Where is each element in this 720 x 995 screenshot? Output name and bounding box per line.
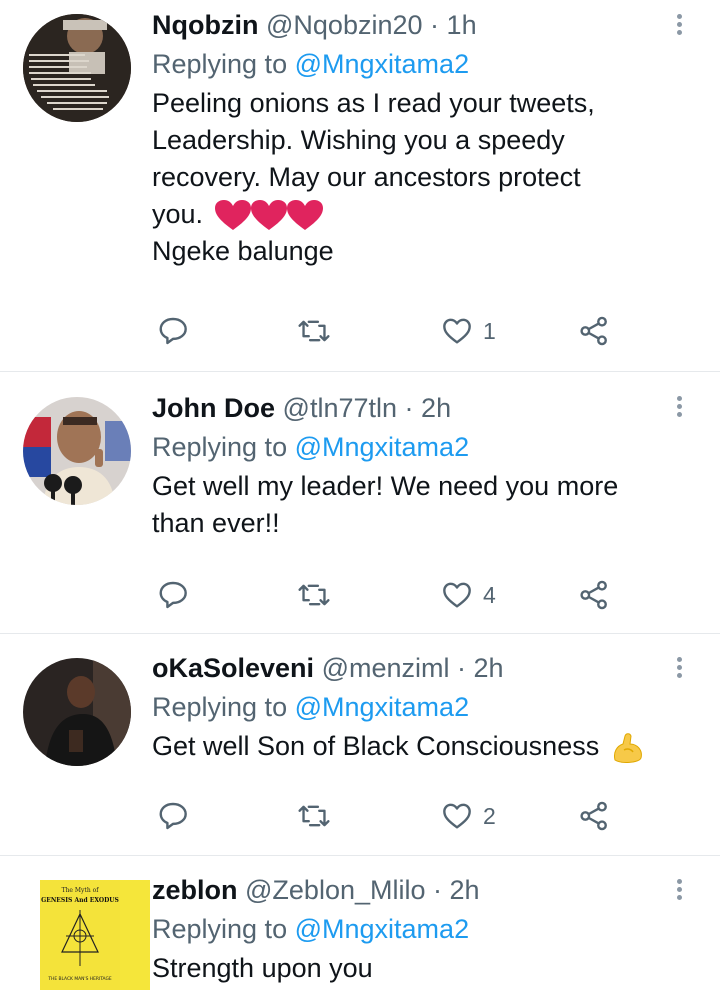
separator-dot: · [433, 875, 443, 905]
man-with-microphones-avatar-icon [23, 397, 131, 505]
tweet-text-line: you. [152, 196, 680, 233]
avatar[interactable] [23, 658, 131, 766]
tweet-text-fragment: Get well Son of Black Consciousness [152, 731, 600, 761]
yellow-book-cover-avatar-icon: The Myth of GENESIS And EXODUS THE BLACK… [40, 880, 120, 990]
timestamp[interactable]: 1h [447, 10, 477, 40]
display-name[interactable]: zeblon [152, 875, 238, 905]
timestamp[interactable]: 2h [474, 653, 504, 683]
reply-button[interactable] [157, 798, 189, 834]
timestamp[interactable]: 2h [450, 875, 480, 905]
replying-to: Replying to @Mngxitama2 [152, 430, 680, 464]
more-options-icon[interactable] [676, 879, 684, 903]
reply-button[interactable] [157, 577, 189, 613]
book-footer: THE BLACK MAN'S HERITAGE [47, 976, 112, 982]
more-options-icon[interactable] [676, 14, 684, 38]
tweet-text: Get well Son of Black Consciousness [152, 728, 680, 765]
avatar[interactable] [23, 397, 131, 505]
separator-dot: · [404, 393, 414, 423]
timestamp[interactable]: 2h [421, 393, 451, 423]
tweet-header: zeblon @Zeblon_Mlilo · 2h [152, 873, 680, 907]
tweet-header: John Doe @tln77tln · 2h [152, 391, 680, 425]
book-title-main: GENESIS And EXODUS [41, 897, 119, 904]
display-name[interactable]: John Doe [152, 393, 275, 423]
tweet-header: Nqobzin @Nqobzin20 · 1h [152, 8, 680, 42]
like-count: 2 [483, 802, 496, 829]
tweet-text-line: Peeling onions as I read your tweets, [152, 88, 595, 118]
tweet-actions: 1 [157, 313, 617, 349]
share-button[interactable] [578, 313, 610, 349]
share-icon [580, 801, 607, 831]
reply-icon [159, 581, 187, 609]
share-icon [580, 580, 607, 610]
tweet[interactable]: Nqobzin @Nqobzin20 · 1h Replying to @Mng… [0, 0, 720, 372]
retweet-button[interactable] [297, 577, 331, 613]
tweet-actions: 2 [157, 798, 617, 834]
reply-icon [159, 317, 187, 345]
heart-icon [443, 803, 471, 829]
text-poster-avatar-icon [23, 14, 131, 122]
tweet[interactable]: John Doe @tln77tln · 2h Replying to @Mng… [0, 372, 720, 634]
tweet-text-line: Get well my leader! We need you more [152, 471, 619, 501]
user-handle[interactable]: @menziml [322, 653, 450, 683]
tweet-text-line: Ngeke balunge [152, 236, 334, 266]
user-handle[interactable]: @tln77tln [283, 393, 397, 423]
replying-to: Replying to @Mngxitama2 [152, 47, 680, 81]
tweet-text-line: Get well Son of Black Consciousness [152, 728, 680, 765]
tweet-text: Strength upon you [152, 950, 680, 987]
like-button[interactable]: 2 [441, 798, 496, 834]
share-button[interactable] [578, 577, 610, 613]
tweet-text-fragment: you. [152, 199, 204, 229]
replying-to: Replying to @Mngxitama2 [152, 690, 680, 724]
tweet-text-line: Strength upon you [152, 953, 373, 983]
tweet-text: Peeling onions as I read your tweets, Le… [152, 85, 680, 270]
tweet-text-line: Leadership. Wishing you a speedy [152, 125, 565, 155]
retweet-icon [298, 584, 330, 606]
heart-icon [443, 582, 471, 608]
like-button[interactable]: 1 [441, 313, 496, 349]
retweet-icon [298, 320, 330, 342]
replying-to-label: Replying to [152, 49, 288, 79]
like-count: 1 [483, 317, 496, 344]
tweet[interactable]: oKaSoleveni @menziml · 2h Replying to @M… [0, 634, 720, 856]
user-handle[interactable]: @Nqobzin20 [266, 10, 423, 40]
more-options-icon[interactable] [676, 657, 684, 681]
tweet-actions: 4 [157, 577, 617, 613]
mention-link[interactable]: @Mngxitama2 [295, 432, 469, 462]
display-name[interactable]: oKaSoleveni [152, 653, 314, 683]
tweet-text: Get well my leader! We need you more tha… [152, 468, 680, 542]
reply-button[interactable] [157, 313, 189, 349]
user-handle[interactable]: @Zeblon_Mlilo [245, 875, 425, 905]
retweet-button[interactable] [297, 798, 331, 834]
book-title-top: The Myth of [62, 887, 100, 894]
share-button[interactable] [578, 798, 610, 834]
tweet-text-line: than ever!! [152, 508, 280, 538]
mention-link[interactable]: @Mngxitama2 [295, 692, 469, 722]
replying-to: Replying to @Mngxitama2 [152, 912, 680, 946]
retweet-button[interactable] [297, 313, 331, 349]
seated-man-avatar-icon [23, 658, 131, 766]
reply-icon [159, 802, 187, 830]
replying-to-label: Replying to [152, 914, 288, 944]
tweet[interactable]: The Myth of GENESIS And EXODUS THE BLACK… [0, 856, 720, 995]
heart-icon [443, 318, 471, 344]
retweet-icon [298, 805, 330, 827]
more-options-icon[interactable] [676, 396, 684, 420]
replying-to-label: Replying to [152, 432, 288, 462]
red-heart-emoji-icon [214, 199, 323, 230]
avatar[interactable] [23, 14, 131, 122]
separator-dot: · [430, 10, 440, 40]
flexed-biceps-emoji-icon [613, 733, 642, 763]
replying-to-label: Replying to [152, 692, 288, 722]
mention-link[interactable]: @Mngxitama2 [295, 49, 469, 79]
like-button[interactable]: 4 [441, 577, 496, 613]
tweet-text-line: recovery. May our ancestors protect [152, 162, 581, 192]
share-icon [580, 316, 607, 346]
tweet-header: oKaSoleveni @menziml · 2h [152, 651, 680, 685]
like-count: 4 [483, 581, 496, 608]
display-name[interactable]: Nqobzin [152, 10, 258, 40]
mention-link[interactable]: @Mngxitama2 [295, 914, 469, 944]
separator-dot: · [457, 653, 467, 683]
avatar[interactable]: The Myth of GENESIS And EXODUS THE BLACK… [40, 880, 150, 990]
